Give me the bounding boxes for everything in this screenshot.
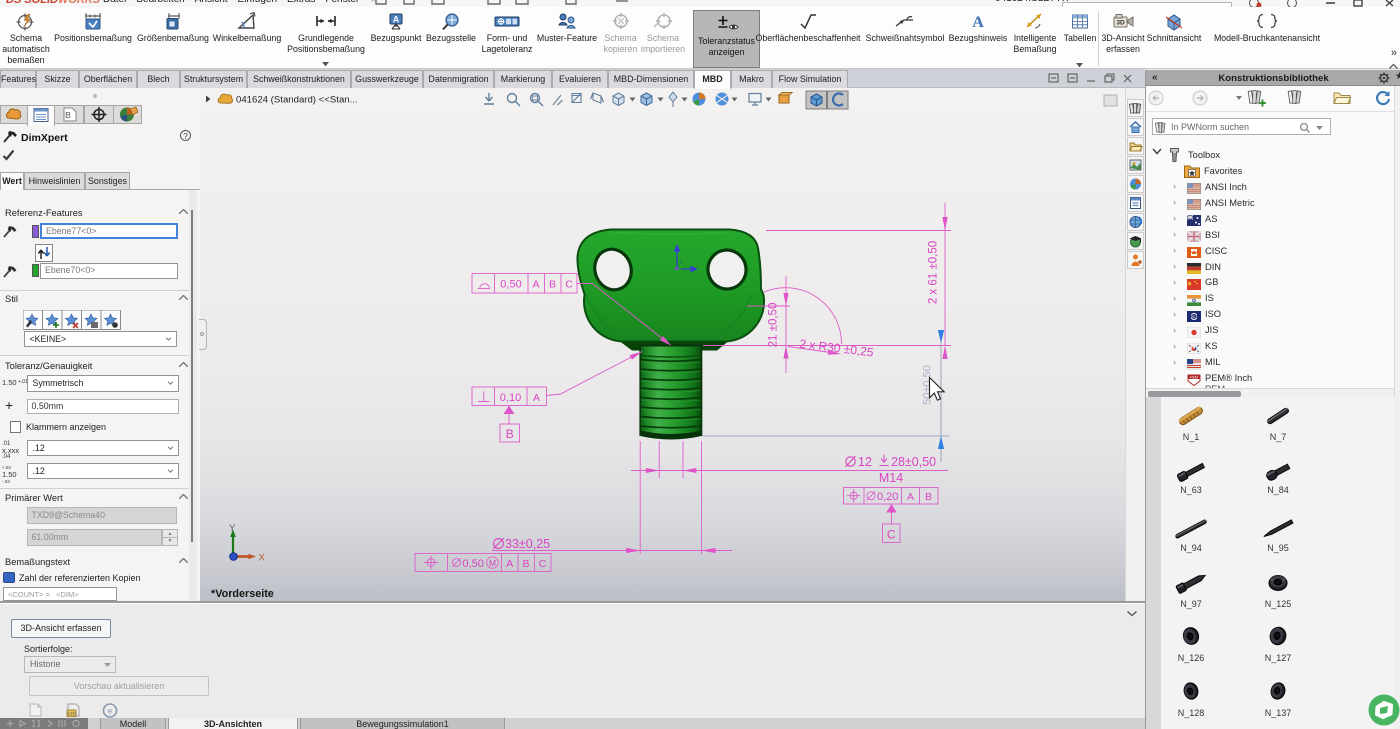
svg-text:M: M (489, 558, 496, 568)
svg-text:Y: Y (229, 523, 236, 534)
svg-text:12: 12 (858, 455, 872, 469)
svg-text:*Vorderseite: *Vorderseite (211, 588, 274, 600)
svg-text:C: C (539, 558, 547, 570)
svg-text:2 x R30 ±0,25: 2 x R30 ±0,25 (799, 337, 875, 360)
svg-text:ISO: ISO (1191, 314, 1197, 318)
svg-text:041624 (Standard) <<Stan...: 041624 (Standard) <<Stan... (236, 95, 358, 106)
svg-text:A: A (506, 558, 513, 570)
svg-text:33±0,25: 33±0,25 (505, 537, 550, 551)
svg-text:C: C (565, 279, 573, 291)
svg-text:A: A (532, 279, 539, 291)
svg-text:0,20: 0,20 (877, 491, 898, 503)
svg-text:0,50: 0,50 (463, 558, 484, 570)
svg-text:A: A (393, 15, 400, 25)
svg-text:2 x 61 ±0,50: 2 x 61 ±0,50 (928, 241, 940, 304)
svg-text:28±0,50: 28±0,50 (891, 455, 936, 469)
svg-text:A: A (533, 392, 540, 404)
svg-text:B: B (506, 427, 514, 441)
svg-text:A: A (972, 14, 984, 31)
svg-text:PEM: PEM (1190, 375, 1198, 379)
svg-text:21 ±0,50: 21 ±0,50 (768, 303, 780, 348)
svg-text:M14: M14 (879, 471, 903, 485)
svg-text:B: B (65, 110, 71, 120)
svg-text:X: X (259, 553, 266, 564)
svg-text:B: B (522, 558, 529, 570)
svg-text:STP: STP (67, 712, 76, 717)
svg-text:B: B (925, 491, 932, 503)
svg-text:C: C (887, 528, 896, 542)
svg-text:0,10: 0,10 (500, 392, 521, 404)
svg-text:A: A (907, 491, 914, 503)
svg-text:e: e (108, 707, 113, 716)
svg-text:0,50: 0,50 (500, 279, 521, 291)
svg-text:B: B (549, 279, 556, 291)
